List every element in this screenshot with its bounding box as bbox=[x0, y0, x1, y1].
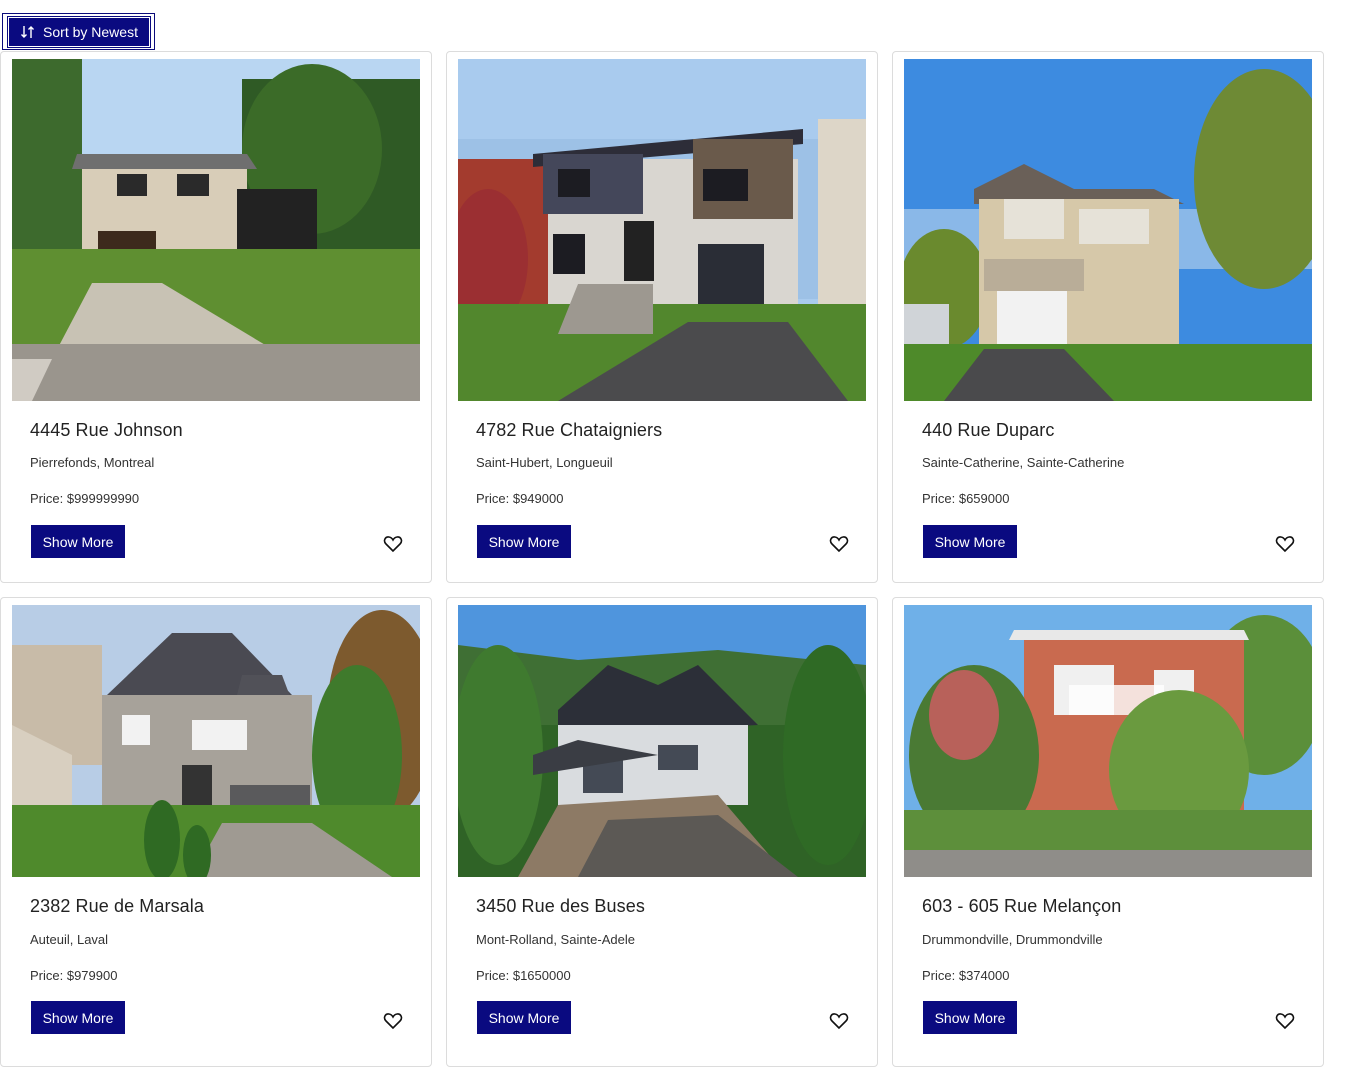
sort-by-newest-button[interactable]: Sort by Newest bbox=[7, 16, 151, 48]
show-more-button[interactable]: Show More bbox=[31, 525, 125, 558]
heart-icon[interactable] bbox=[829, 534, 849, 554]
heart-icon[interactable] bbox=[829, 1011, 849, 1031]
listing-card: 3450 Rue des Buses Mont-Rolland, Sainte-… bbox=[446, 597, 878, 1067]
listing-card: 603 - 605 Rue Melançon Drummondville, Dr… bbox=[892, 597, 1324, 1067]
sort-control: Sort by Newest bbox=[2, 13, 155, 50]
listing-photo[interactable] bbox=[904, 605, 1312, 877]
listing-card: 4782 Rue Chataigniers Saint-Hubert, Long… bbox=[446, 51, 878, 583]
listing-photo[interactable] bbox=[458, 605, 866, 877]
heart-icon[interactable] bbox=[383, 534, 403, 554]
listing-location: Saint-Hubert, Longueuil bbox=[476, 455, 613, 470]
sort-label: Sort by Newest bbox=[43, 24, 138, 40]
listing-price: Price: $374000 bbox=[922, 968, 1010, 983]
listing-card: 440 Rue Duparc Sainte-Catherine, Sainte-… bbox=[892, 51, 1324, 583]
listing-price: Price: $659000 bbox=[922, 491, 1010, 506]
listing-location: Drummondville, Drummondville bbox=[922, 932, 1103, 947]
listing-price: Price: $979900 bbox=[30, 968, 118, 983]
heart-icon[interactable] bbox=[1275, 1011, 1295, 1031]
listing-card: 4445 Rue Johnson Pierrefonds, Montreal P… bbox=[0, 51, 432, 583]
listing-location: Pierrefonds, Montreal bbox=[30, 455, 155, 470]
heart-icon[interactable] bbox=[1275, 534, 1295, 554]
listing-photo[interactable] bbox=[458, 59, 866, 401]
show-more-button[interactable]: Show More bbox=[923, 1001, 1017, 1034]
listing-title: 2382 Rue de Marsala bbox=[30, 896, 205, 916]
show-more-button[interactable]: Show More bbox=[477, 525, 571, 558]
listing-title: 603 - 605 Rue Melançon bbox=[922, 896, 1122, 916]
listing-title: 4445 Rue Johnson bbox=[30, 420, 183, 440]
listing-price: Price: $999999990 bbox=[30, 491, 140, 506]
listing-title: 4782 Rue Chataigniers bbox=[476, 420, 663, 440]
listing-price: Price: $949000 bbox=[476, 491, 564, 506]
listing-title: 440 Rue Duparc bbox=[922, 420, 1055, 440]
listing-photo[interactable] bbox=[904, 59, 1312, 401]
listing-photo[interactable] bbox=[12, 605, 420, 877]
listing-photo[interactable] bbox=[12, 59, 420, 401]
show-more-button[interactable]: Show More bbox=[923, 525, 1017, 558]
listing-location: Auteuil, Laval bbox=[30, 932, 109, 947]
listing-card: 2382 Rue de Marsala Auteuil, Laval Price… bbox=[0, 597, 432, 1067]
listing-location: Mont-Rolland, Sainte-Adele bbox=[476, 932, 635, 947]
listing-title: 3450 Rue des Buses bbox=[476, 896, 645, 916]
listing-location: Sainte-Catherine, Sainte-Catherine bbox=[922, 455, 1125, 470]
heart-icon[interactable] bbox=[383, 1011, 403, 1031]
sort-arrows-icon bbox=[21, 26, 35, 38]
listing-price: Price: $1650000 bbox=[476, 968, 571, 983]
show-more-button[interactable]: Show More bbox=[477, 1001, 571, 1034]
show-more-button[interactable]: Show More bbox=[31, 1001, 125, 1034]
